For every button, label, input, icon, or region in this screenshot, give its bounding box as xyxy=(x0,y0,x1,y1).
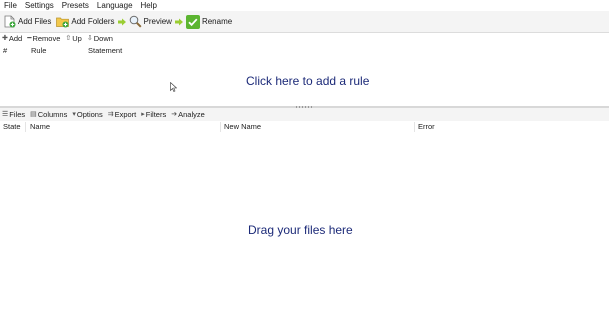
menu-presets[interactable]: Presets xyxy=(58,0,93,11)
column-divider[interactable] xyxy=(220,122,221,132)
rules-toolbar: ✚ Add ━ Remove ⇧ Up ⇩ Down xyxy=(0,33,609,45)
column-header-new-name[interactable]: New Name xyxy=(224,121,261,133)
move-up-label: Up xyxy=(72,34,82,43)
check-icon xyxy=(185,14,200,29)
column-header-error[interactable]: Error xyxy=(418,121,435,133)
preview-button[interactable]: Preview xyxy=(127,11,174,32)
menu-bar: File Settings Presets Language Help xyxy=(0,0,609,11)
filter-icon: ▸ xyxy=(141,110,145,118)
move-up-button[interactable]: ⇧ Up xyxy=(63,33,84,45)
column-header-rule[interactable]: Rule xyxy=(31,45,46,57)
options-icon: ▾ xyxy=(72,110,76,118)
down-icon: ⇩ xyxy=(86,35,93,42)
menu-language[interactable]: Language xyxy=(93,0,137,11)
menu-help[interactable]: Help xyxy=(137,0,161,11)
list-icon: ☰ xyxy=(2,110,9,118)
analyze-icon: ➔ xyxy=(171,110,178,118)
filters-label: Filters xyxy=(145,109,167,119)
remove-rule-button[interactable]: ━ Remove xyxy=(25,33,63,45)
up-icon: ⇧ xyxy=(65,35,72,42)
options-button[interactable]: ▾ Options xyxy=(70,109,105,121)
columns-button[interactable]: ▤ Columns xyxy=(28,109,70,121)
export-button[interactable]: ⇉ Export xyxy=(106,109,140,121)
main-toolbar: Add Files Add Folders Preview Rename xyxy=(0,11,609,33)
app-window: File Settings Presets Language Help Add … xyxy=(0,0,609,321)
files-table-header: State Name New Name Error xyxy=(0,121,609,133)
rename-button[interactable]: Rename xyxy=(184,11,234,32)
drag-files-hint: Drag your files here xyxy=(248,223,353,237)
magnifier-icon xyxy=(129,15,142,28)
analyze-label: Analyze xyxy=(178,109,205,119)
export-label: Export xyxy=(114,109,137,119)
files-button[interactable]: ☰ Files xyxy=(0,109,28,121)
column-divider[interactable] xyxy=(25,122,26,132)
add-rule-hint[interactable]: Click here to add a rule xyxy=(246,74,369,88)
rules-table-header: # Rule Statement xyxy=(0,45,609,57)
column-header-state[interactable]: State xyxy=(3,121,21,133)
columns-label: Columns xyxy=(37,109,68,119)
add-files-button[interactable]: Add Files xyxy=(1,11,53,32)
column-header-name[interactable]: Name xyxy=(30,121,50,133)
add-folders-button[interactable]: Add Folders xyxy=(54,11,116,32)
add-files-label: Add Files xyxy=(18,17,52,26)
column-divider[interactable] xyxy=(414,122,415,132)
move-down-button[interactable]: ⇩ Down xyxy=(85,33,116,45)
minus-icon: ━ xyxy=(27,35,32,42)
menu-settings[interactable]: Settings xyxy=(21,0,58,11)
menu-file[interactable]: File xyxy=(0,0,21,11)
arrow-right-icon xyxy=(117,11,127,32)
mouse-cursor-icon xyxy=(170,81,178,94)
move-down-label: Down xyxy=(93,34,113,43)
column-header-statement[interactable]: Statement xyxy=(88,45,122,57)
preview-label: Preview xyxy=(143,17,172,26)
files-toolbar: ☰ Files ▤ Columns ▾ Options ⇉ Export ▸ F… xyxy=(0,108,609,122)
columns-icon: ▤ xyxy=(30,110,37,118)
remove-rule-label: Remove xyxy=(32,34,61,43)
add-file-icon xyxy=(3,15,16,28)
add-folder-icon xyxy=(56,15,70,28)
files-label: Files xyxy=(9,109,26,119)
filters-button[interactable]: ▸ Filters xyxy=(139,109,169,121)
add-rule-label: Add xyxy=(8,34,23,43)
add-folders-label: Add Folders xyxy=(71,17,115,26)
rename-label: Rename xyxy=(201,17,233,26)
analyze-button[interactable]: ➔ Analyze xyxy=(169,109,208,121)
plus-icon: ✚ xyxy=(2,35,8,42)
add-rule-button[interactable]: ✚ Add xyxy=(0,33,25,45)
arrow-right-icon xyxy=(174,11,184,32)
column-header-number[interactable]: # xyxy=(3,45,7,57)
options-label: Options xyxy=(76,109,103,119)
export-icon: ⇉ xyxy=(107,110,114,118)
